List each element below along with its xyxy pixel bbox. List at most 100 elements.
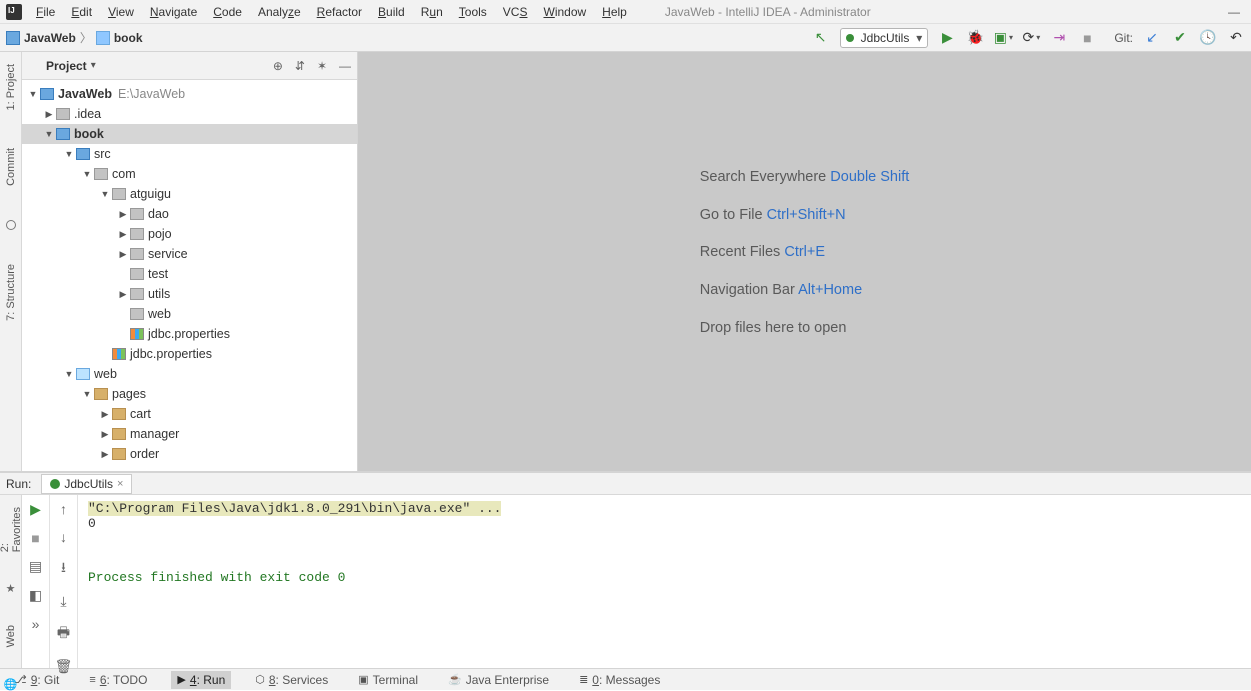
project-tree[interactable]: ▼ JavaWebE:\JavaWeb ▶ .idea ▼ book ▼ src… (22, 80, 357, 471)
globe-icon: 🌐 (4, 678, 18, 691)
menu-vcs[interactable]: VCS (495, 3, 536, 21)
module-icon (6, 31, 20, 45)
coverage-icon[interactable]: ▣ (994, 29, 1012, 47)
breadcrumb[interactable]: JavaWeb 〉 book (6, 29, 143, 46)
tree-src[interactable]: ▼ src (22, 144, 357, 164)
tree-dao[interactable]: ▶ dao (22, 204, 357, 224)
menu-window[interactable]: Window (535, 3, 594, 21)
app-icon (6, 4, 22, 20)
project-title[interactable]: Project (46, 59, 87, 73)
tree-pojo[interactable]: ▶ pojo (22, 224, 357, 244)
menu-code[interactable]: Code (205, 3, 250, 21)
git-rollback-icon[interactable]: ↶ (1227, 29, 1245, 47)
project-header-icons: ⊕ ⇵ ✶ — (273, 59, 351, 73)
up-icon[interactable]: ↑ (60, 501, 67, 517)
breadcrumb-child: book (114, 31, 143, 45)
attach-icon[interactable]: ⇥ (1050, 29, 1068, 47)
toolbar-right: ↖ JdbcUtils ▶ 🐞 ▣ ⟳ ⇥ ■ Git: ↙ ✔ 🕓 ↶ (812, 28, 1245, 48)
run-icon: ▶ (177, 673, 185, 686)
bottom-run[interactable]: ▶4: Run (171, 671, 231, 689)
tree-order[interactable]: ▶ order (22, 444, 357, 464)
menu-build[interactable]: Build (370, 3, 413, 21)
tab-favorites[interactable]: 2: Favorites (0, 507, 23, 552)
locate-icon[interactable]: ⊕ (273, 59, 283, 73)
print-icon[interactable]: 🖶 (57, 622, 70, 646)
run-tab[interactable]: JdbcUtils × (41, 474, 132, 494)
project-icon (28, 60, 40, 72)
down-icon[interactable]: ↓ (60, 529, 67, 545)
tab-structure[interactable]: 7: Structure (5, 260, 17, 325)
stop2-icon[interactable]: ■ (31, 530, 39, 546)
tree-com[interactable]: ▼ com (22, 164, 357, 184)
tree-webroot[interactable]: ▼ web (22, 364, 357, 384)
trash-icon[interactable]: 🗑 (55, 658, 73, 675)
tree-cart[interactable]: ▶ cart (22, 404, 357, 424)
tree-book[interactable]: ▼ book (22, 124, 357, 144)
bottom-services[interactable]: ⬡8: Services (249, 671, 334, 689)
menu-tools[interactable]: Tools (451, 3, 495, 21)
tree-webpkg[interactable]: web (22, 304, 357, 324)
build-icon[interactable]: ↖ (812, 29, 830, 47)
bottom-java-ee[interactable]: ☕Java Enterprise (442, 671, 555, 689)
menu-analyze[interactable]: Analyze (250, 3, 309, 21)
run-icon[interactable]: ▶ (938, 29, 956, 47)
menu-view[interactable]: View (100, 3, 142, 21)
menu-edit[interactable]: Edit (63, 3, 100, 21)
menu-run[interactable]: Run (413, 3, 451, 21)
softwrap-icon[interactable]: ⭳ (61, 557, 66, 581)
bottom-messages[interactable]: ≣0: Messages (573, 671, 666, 689)
close-icon[interactable]: × (117, 478, 123, 490)
git-update-icon[interactable]: ↙ (1143, 29, 1161, 47)
stop-icon[interactable]: ■ (1078, 29, 1096, 47)
pin-icon[interactable]: ◧ (29, 587, 42, 604)
commit-icon (6, 220, 16, 230)
editor-area[interactable]: Search Everywhere Double Shift Go to Fil… (358, 52, 1251, 471)
window-controls: — (1227, 5, 1247, 19)
rerun-icon[interactable]: ▶ (30, 501, 41, 518)
menu-navigate[interactable]: Navigate (142, 3, 205, 21)
bottom-terminal[interactable]: ▣Terminal (352, 671, 424, 689)
minimize-icon[interactable]: — (1227, 5, 1241, 19)
terminal-icon: ▣ (358, 673, 368, 686)
project-dropdown-icon[interactable]: ▾ (91, 60, 96, 71)
tree-idea[interactable]: ▶ .idea (22, 104, 357, 124)
run-title: Run: (6, 477, 31, 491)
window-title: JavaWeb - IntelliJ IDEA - Administrator (665, 5, 871, 19)
hint-recent: Recent Files Ctrl+E (700, 234, 910, 272)
tree-service[interactable]: ▶ service (22, 244, 357, 264)
layout-icon[interactable]: ▤ (29, 558, 42, 575)
hide-icon[interactable]: — (339, 59, 351, 73)
navigation-row: JavaWeb 〉 book ↖ JdbcUtils ▶ 🐞 ▣ ⟳ ⇥ ■ G… (0, 24, 1251, 52)
tree-manager[interactable]: ▶ manager (22, 424, 357, 444)
console-out: 0 (88, 516, 96, 531)
tab-project[interactable]: 1: Project (5, 60, 17, 114)
run-console[interactable]: "C:\Program Files\Java\jdk1.8.0_291\bin\… (78, 495, 1251, 668)
scroll-icon[interactable]: ⤓ (60, 593, 66, 610)
tree-test[interactable]: test (22, 264, 357, 284)
tree-jdbc-props[interactable]: jdbc.properties (22, 324, 357, 344)
folder-icon (112, 448, 126, 460)
profile-icon[interactable]: ⟳ (1022, 29, 1040, 47)
menu-file[interactable]: FFileile (28, 3, 63, 21)
tab-web[interactable]: Web (5, 625, 17, 647)
more-icon[interactable]: » (32, 616, 40, 632)
tree-pages[interactable]: ▼ pages (22, 384, 357, 404)
tree-jdbc-props-2[interactable]: jdbc.properties (22, 344, 357, 364)
tree-root[interactable]: ▼ JavaWebE:\JavaWeb (22, 84, 357, 104)
tree-atguigu[interactable]: ▼ atguigu (22, 184, 357, 204)
git-history-icon[interactable]: 🕓 (1199, 29, 1217, 47)
debug-icon[interactable]: 🐞 (966, 29, 984, 47)
package-icon (130, 308, 144, 320)
tab-commit[interactable]: Commit (5, 144, 17, 190)
run-panel: Run: JdbcUtils × 2: Favorites ★ Web 🌐 ▶ … (0, 472, 1251, 668)
run-config-label: JdbcUtils (861, 31, 910, 45)
bottom-todo[interactable]: ≡6: TODO (83, 671, 153, 689)
git-commit-icon[interactable]: ✔ (1171, 29, 1189, 47)
settings-icon[interactable]: ✶ (317, 59, 327, 73)
menu-refactor[interactable]: Refactor (309, 3, 370, 21)
package-icon (130, 248, 144, 260)
collapse-icon[interactable]: ⇵ (295, 59, 305, 73)
menu-help[interactable]: Help (594, 3, 635, 21)
run-config-dropdown[interactable]: JdbcUtils (840, 28, 929, 48)
tree-utils[interactable]: ▶ utils (22, 284, 357, 304)
